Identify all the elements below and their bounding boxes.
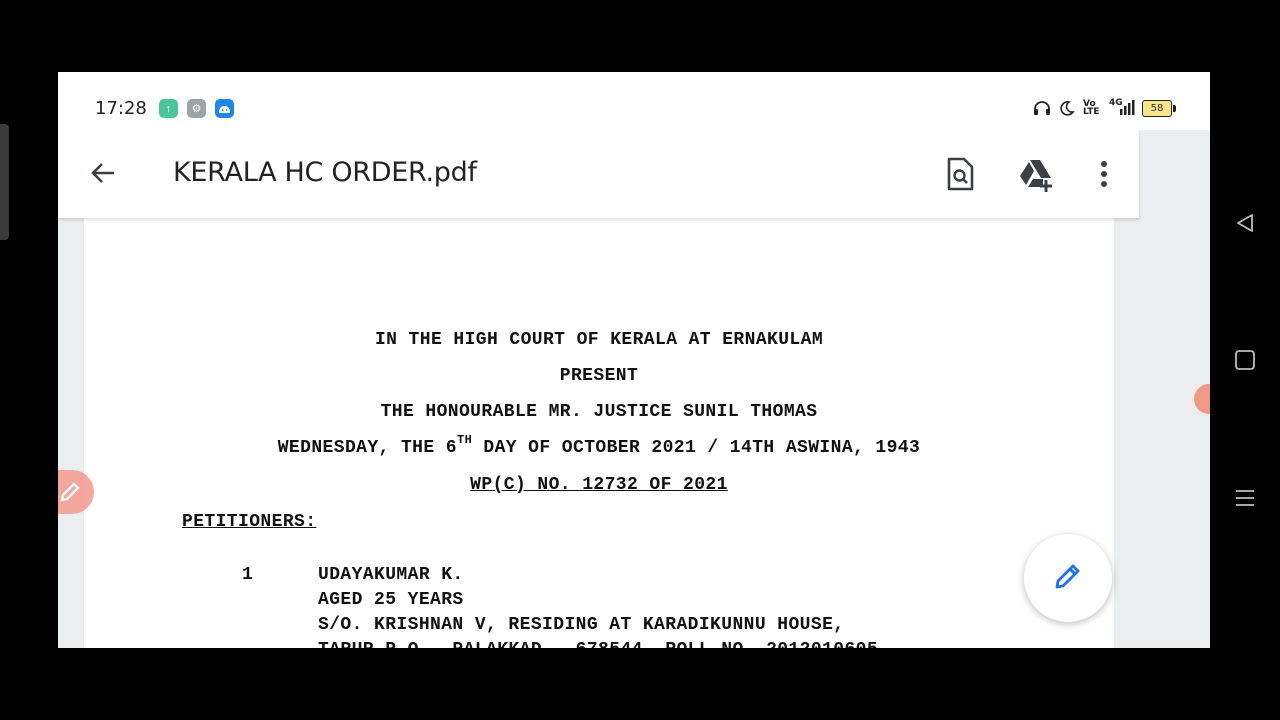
status-time: 17:28	[95, 98, 147, 119]
pdf-page: IN THE HIGH COURT OF KERALA AT ERNAKULAM…	[84, 218, 1114, 648]
date-prefix: WEDNESDAY, THE 6	[277, 438, 457, 458]
back-arrow-icon[interactable]	[88, 158, 118, 188]
petitioner-name: UDAYAKUMAR K.	[318, 565, 464, 585]
nav-back-icon[interactable]	[1234, 212, 1256, 239]
pencil-icon	[1051, 559, 1085, 598]
android-icon	[215, 99, 234, 118]
app-update-icon: ↑	[159, 99, 178, 118]
phone-screen: 17:28 ↑ ⚙ Vo LTE 4G 58 KERALA HC ORDER.pd…	[58, 72, 1210, 648]
moon-icon	[1059, 100, 1075, 120]
floating-pencil-icon	[58, 480, 82, 509]
device-edge	[0, 124, 9, 240]
headphones-icon	[1033, 100, 1051, 120]
app-bar: KERALA HC ORDER.pdf	[58, 130, 1139, 218]
more-vert-icon[interactable]	[1084, 154, 1124, 194]
floating-assist-bubble[interactable]	[1194, 384, 1210, 414]
hearing-date: WEDNESDAY, THE 6TH DAY OF OCTOBER 2021 /…	[84, 434, 1114, 458]
battery-icon: 58	[1142, 100, 1176, 117]
signal-icon: 4G	[1109, 98, 1135, 120]
petitioner-age: AGED 25 YEARS	[318, 590, 464, 610]
signal-label: 4G	[1109, 98, 1123, 108]
date-suffix: DAY OF OCTOBER 2021 / 14TH ASWINA, 1943	[472, 438, 921, 458]
navigation-bar	[1210, 72, 1280, 648]
date-superscript: TH	[456, 433, 473, 447]
petitioners-heading: PETITIONERS:	[182, 512, 317, 532]
status-bar: 17:28 ↑ ⚙ Vo LTE 4G 58	[58, 72, 1210, 130]
petitioner-address-continued: TARUR P.O., PALAKKAD - 678544, ROLL NO. …	[318, 640, 878, 648]
edit-fab-button[interactable]	[1024, 534, 1112, 622]
petitioner-address: S/O. KRISHNAN V, RESIDING AT KARADIKUNNU…	[318, 615, 845, 635]
case-number: WP(C) NO. 12732 OF 2021	[470, 475, 728, 495]
document-title: KERALA HC ORDER.pdf	[173, 157, 477, 188]
search-document-icon[interactable]	[940, 154, 980, 194]
present-label: PRESENT	[559, 366, 639, 386]
nav-recents-icon[interactable]	[1235, 488, 1255, 513]
judge-name: THE HONOURABLE MR. JUSTICE SUNIL THOMAS	[380, 402, 818, 422]
settings-gear-icon: ⚙	[187, 99, 206, 118]
petitioner-number: 1	[242, 565, 254, 585]
nav-home-icon[interactable]	[1235, 350, 1255, 375]
add-to-drive-icon[interactable]	[1016, 154, 1056, 194]
volte-icon: Vo LTE	[1083, 99, 1100, 117]
court-heading: IN THE HIGH COURT OF KERALA AT ERNAKULAM	[374, 330, 824, 350]
